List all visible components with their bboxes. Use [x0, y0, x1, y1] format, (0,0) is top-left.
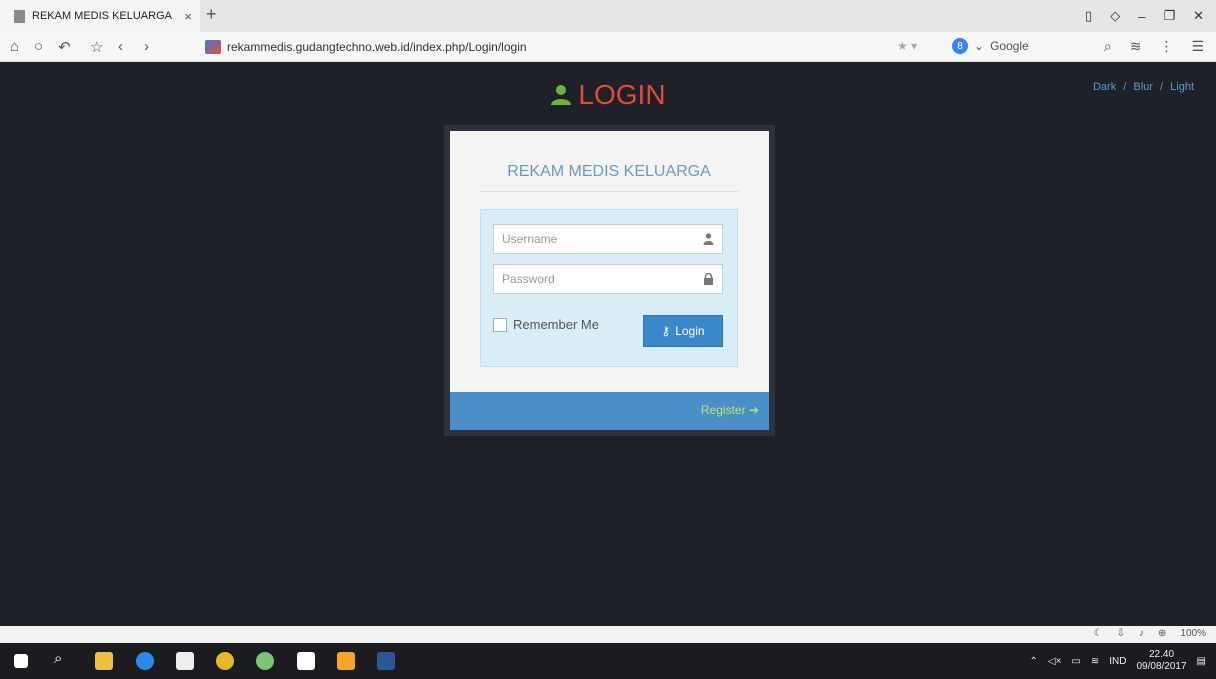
lock-icon [704, 273, 713, 285]
windows-start-icon[interactable] [14, 654, 28, 668]
login-button-label: Login [675, 324, 705, 338]
remember-checkbox[interactable] [493, 317, 507, 332]
file-explorer-icon[interactable] [95, 652, 113, 670]
hamburger-menu-icon[interactable]: ☰ [1191, 38, 1204, 55]
word-icon[interactable] [377, 652, 395, 670]
card-footer: Register ➜ [450, 392, 769, 430]
minimize-icon[interactable]: – [1138, 9, 1145, 24]
user-icon [551, 85, 572, 105]
zoom-level[interactable]: 100% [1180, 628, 1206, 639]
wifi-icon[interactable]: ≋ [1130, 38, 1142, 55]
search-icon[interactable]: ⌕ [1104, 38, 1112, 55]
system-tray: ⌃ ◁× ▭ ≋ IND 22.40 09/08/2017 ▤ [1029, 643, 1206, 679]
arrow-right-icon: ➜ [748, 403, 759, 417]
password-input[interactable]: Password [493, 264, 723, 294]
search-engine-selector[interactable]: 8 ⌄ Google [952, 38, 1029, 54]
address-bar[interactable]: rekammedis.gudangtechno.web.id/index.php… [205, 37, 905, 57]
user-icon [703, 233, 714, 245]
battery-icon[interactable]: ▭ [1071, 656, 1080, 667]
remember-me[interactable]: Remember Me [493, 317, 599, 332]
username-placeholder: Username [502, 232, 558, 246]
language-indicator[interactable]: IND [1109, 656, 1126, 667]
chrome-icon[interactable] [216, 652, 234, 670]
store-icon[interactable] [176, 652, 194, 670]
vibrate-icon[interactable]: ▯ [1085, 8, 1092, 24]
search-engine-label: Google [990, 39, 1029, 53]
site-favicon [205, 40, 221, 54]
theme-separator: / [1160, 81, 1164, 93]
notification-icon[interactable]: ▤ [1197, 656, 1206, 667]
tab-close-icon[interactable]: × [184, 9, 192, 24]
more-menu-icon[interactable]: ⋮ [1159, 38, 1173, 55]
search-engine-icon: 8 [952, 38, 968, 54]
browser-status-bar: ☾ ⇩ ♪ ⊕ 100% [0, 626, 1216, 643]
chevron-down-icon: ⌄ [974, 39, 985, 53]
tab-title: REKAM MEDIS KELUARGA [32, 10, 172, 22]
extension-icon[interactable]: ◇ [1110, 8, 1120, 24]
chevron-up-icon[interactable]: ⌃ [1029, 656, 1037, 667]
edge-browser-icon[interactable] [136, 652, 154, 670]
new-tab-button[interactable]: + [206, 4, 217, 25]
url-text: rekammedis.gudangtechno.web.id/index.php… [227, 40, 527, 54]
wifi-icon[interactable]: ≋ [1091, 656, 1099, 667]
back-icon[interactable]: ‹ [118, 38, 123, 55]
tab-active[interactable]: REKAM MEDIS KELUARGA × [0, 0, 200, 32]
undo-icon[interactable]: ↶ [58, 38, 71, 56]
page-content: LOGIN Dark / Blur / Light REKAM MEDIS KE… [8, 63, 1208, 626]
login-form: Username Password Remember Me ⚷ Login [480, 209, 738, 367]
clock-time: 22.40 [1149, 649, 1175, 660]
document-icon [14, 9, 25, 23]
muted-speaker-icon[interactable]: ◁× [1048, 656, 1062, 667]
theme-blur-link[interactable]: Blur [1133, 81, 1153, 93]
window-controls: ▯ ◇ – ❐ ✕ [1085, 0, 1216, 32]
remember-label: Remember Me [513, 317, 599, 332]
clock[interactable]: 22.40 09/08/2017 [1136, 649, 1186, 673]
close-window-icon[interactable]: ✕ [1193, 8, 1204, 24]
card-title: REKAM MEDIS KELUARGA [480, 163, 738, 192]
theme-switcher: Dark / Blur / Light [1091, 81, 1196, 93]
zoom-icon[interactable]: ⊕ [1158, 628, 1166, 639]
login-button[interactable]: ⚷ Login [643, 315, 723, 347]
theme-separator: / [1123, 81, 1127, 93]
mail-icon[interactable] [297, 652, 315, 670]
volume-icon[interactable]: ♪ [1139, 628, 1144, 639]
login-card: REKAM MEDIS KELUARGA Username Password R… [450, 131, 769, 392]
clock-date: 09/08/2017 [1136, 661, 1187, 672]
register-link[interactable]: Register ➜ [701, 403, 759, 417]
bookmark-icon[interactable]: ☆ [90, 38, 103, 56]
register-label: Register [700, 403, 746, 417]
username-input[interactable]: Username [493, 224, 723, 254]
download-icon[interactable]: ⇩ [1117, 628, 1125, 639]
page-title: LOGIN [8, 79, 1208, 111]
night-mode-icon[interactable]: ☾ [1094, 628, 1103, 639]
page-title-text: LOGIN [578, 79, 666, 110]
login-panel: REKAM MEDIS KELUARGA Username Password R… [444, 125, 775, 436]
favorite-star-icon[interactable]: ★ ▾ [897, 39, 917, 53]
browser-window: REKAM MEDIS KELUARGA × + ▯ ◇ – ❐ ✕ ⌂ ○ ↶… [0, 0, 1216, 679]
key-icon: ⚷ [661, 324, 671, 338]
theme-dark-link[interactable]: Dark [1093, 81, 1116, 93]
password-placeholder: Password [502, 272, 555, 286]
uc-browser-icon[interactable] [337, 652, 355, 670]
tab-strip: REKAM MEDIS KELUARGA × + ▯ ◇ – ❐ ✕ [0, 0, 1216, 32]
search-icon[interactable]: ⌕ [54, 650, 72, 668]
toolbar-right: ⌕ ≋ ⋮ ☰ [1104, 38, 1204, 55]
android-studio-icon[interactable] [256, 652, 274, 670]
reload-icon[interactable]: ○ [34, 38, 43, 55]
navigation-bar: ⌂ ○ ↶ ☆ ‹ › rekammedis.gudangtechno.web.… [0, 32, 1216, 62]
forward-icon[interactable]: › [144, 38, 149, 55]
theme-light-link[interactable]: Light [1170, 81, 1194, 93]
restore-icon[interactable]: ❐ [1163, 8, 1175, 24]
home-icon[interactable]: ⌂ [10, 38, 19, 55]
taskbar: ⌕ ⌃ ◁× ▭ ≋ IND 22.40 09/08/2017 ▤ [0, 643, 1216, 679]
status-controls: ☾ ⇩ ♪ ⊕ 100% [1094, 628, 1206, 639]
